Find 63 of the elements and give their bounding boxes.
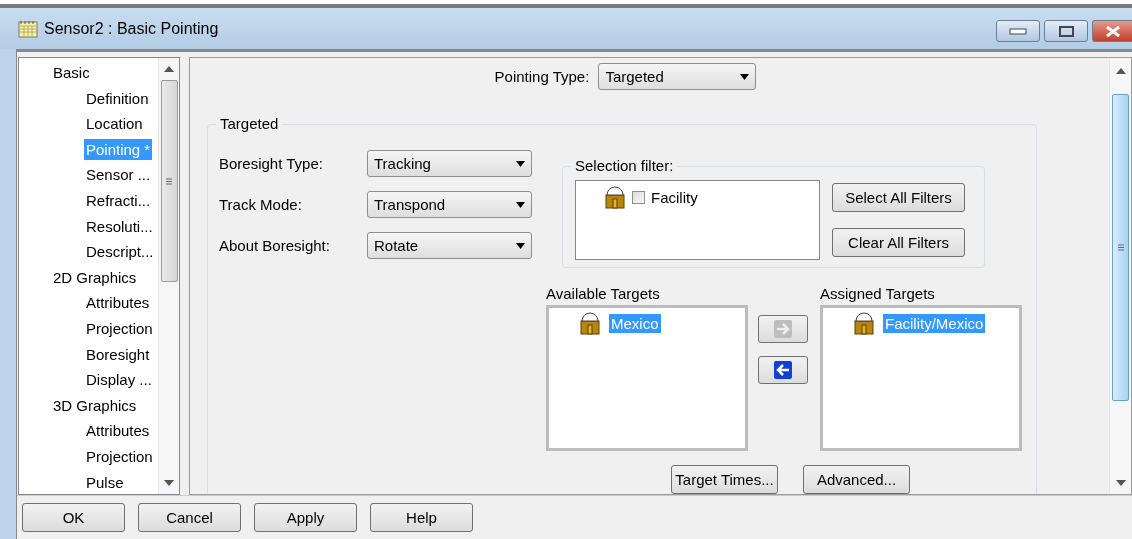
checkbox[interactable]: [632, 190, 645, 204]
tree-item[interactable]: Attributes: [84, 420, 152, 442]
dropdown[interactable]: Transpond: [367, 191, 532, 218]
scroll-thumb[interactable]: [1112, 94, 1129, 401]
minimize-icon: [1009, 27, 1027, 35]
list-title: Assigned Targets: [820, 285, 936, 304]
right-arrow-icon: [774, 320, 792, 338]
tree-item[interactable]: 3D Graphics: [51, 394, 139, 416]
tree-item[interactable]: Display ...: [84, 369, 154, 391]
filter-button[interactable]: Clear All Filters: [832, 228, 965, 257]
dialog-button[interactable]: OK: [22, 503, 125, 532]
maximize-button[interactable]: [1044, 20, 1088, 42]
grip-icon: [165, 177, 173, 185]
tree-item[interactable]: Descript...: [84, 241, 156, 263]
checkbox-label: Facility: [651, 188, 698, 206]
dropdown[interactable]: Targeted: [598, 63, 757, 90]
tree-item[interactable]: Boresight: [84, 343, 152, 365]
caret-icon: [516, 242, 525, 249]
dropdown[interactable]: Rotate: [367, 232, 532, 259]
caret-icon: [740, 73, 750, 80]
action-button[interactable]: Advanced...: [803, 465, 910, 494]
window-title: Sensor2 : Basic Pointing: [44, 19, 220, 38]
dialog-button[interactable]: Cancel: [138, 503, 241, 532]
tree-item[interactable]: 2D Graphics: [51, 266, 139, 288]
close-button[interactable]: [1092, 20, 1132, 42]
action-button[interactable]: Target Times...: [671, 465, 778, 494]
filter-button[interactable]: Select All Filters: [832, 183, 965, 212]
dialog-button[interactable]: Help: [370, 503, 473, 532]
tree-item[interactable]: Location: [84, 113, 145, 135]
group-title: Selection filter:: [571, 157, 678, 174]
tree-item[interactable]: Refracti...: [84, 189, 153, 211]
left-arrow-icon: [774, 361, 792, 379]
app-icon: [18, 19, 38, 38]
close-icon: [1104, 24, 1121, 38]
scrollbar[interactable]: [158, 58, 179, 494]
list-title: Available Targets: [546, 285, 661, 304]
scroll-up-icon[interactable]: [164, 64, 174, 72]
dialog-button[interactable]: Apply: [254, 503, 357, 532]
minimize-button[interactable]: [996, 20, 1040, 42]
field-label: Track Mode:: [219, 196, 303, 213]
tree-item[interactable]: Projection: [84, 317, 155, 339]
field-label: Boresight Type:: [219, 155, 324, 172]
scroll-up-icon[interactable]: [1115, 66, 1126, 74]
field-label: Pointing Type:: [494, 68, 590, 85]
tree-item[interactable]: Attributes: [84, 292, 152, 314]
field-label: About Boresight:: [219, 237, 331, 254]
scroll-down-icon[interactable]: [164, 478, 174, 486]
caret-icon: [516, 160, 525, 167]
scroll-down-icon[interactable]: [1115, 478, 1126, 486]
tree-item[interactable]: Resoluti...: [84, 215, 155, 237]
tree-item[interactable]: Pulse: [84, 471, 126, 493]
scrollbar[interactable]: [1109, 58, 1131, 494]
tree-item[interactable]: Basic: [51, 62, 92, 83]
tree-item[interactable]: Projection: [84, 445, 155, 467]
caret-icon: [516, 201, 525, 208]
tree-item[interactable]: Definition: [84, 87, 151, 109]
tree-item[interactable]: Sensor ...: [84, 164, 153, 186]
group-title: Targeted: [216, 115, 283, 132]
dropdown[interactable]: Tracking: [367, 150, 532, 177]
scroll-thumb[interactable]: [160, 80, 178, 282]
remove-button[interactable]: [758, 356, 808, 384]
grip-icon: [1116, 244, 1125, 251]
maximize-icon: [1058, 25, 1074, 37]
